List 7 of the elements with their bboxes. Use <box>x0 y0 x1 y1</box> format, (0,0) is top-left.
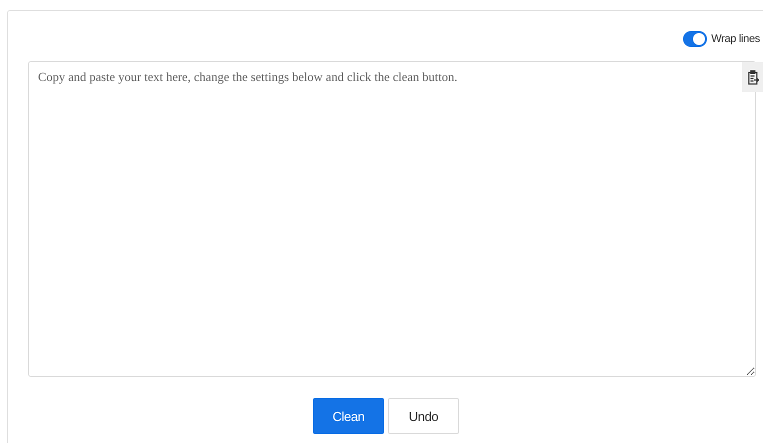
clipboard-icon <box>748 70 758 84</box>
wrap-toggle[interactable] <box>683 31 708 47</box>
undo-button[interactable]: Undo <box>388 398 459 434</box>
clean-button[interactable]: Clean <box>313 398 384 434</box>
wrap-lines-label: Wrap lines <box>711 33 760 45</box>
text-input-field[interactable]: Copy and paste your text here, change the settings below and click the clean button. <box>28 61 756 377</box>
paste-button[interactable] <box>742 62 763 92</box>
